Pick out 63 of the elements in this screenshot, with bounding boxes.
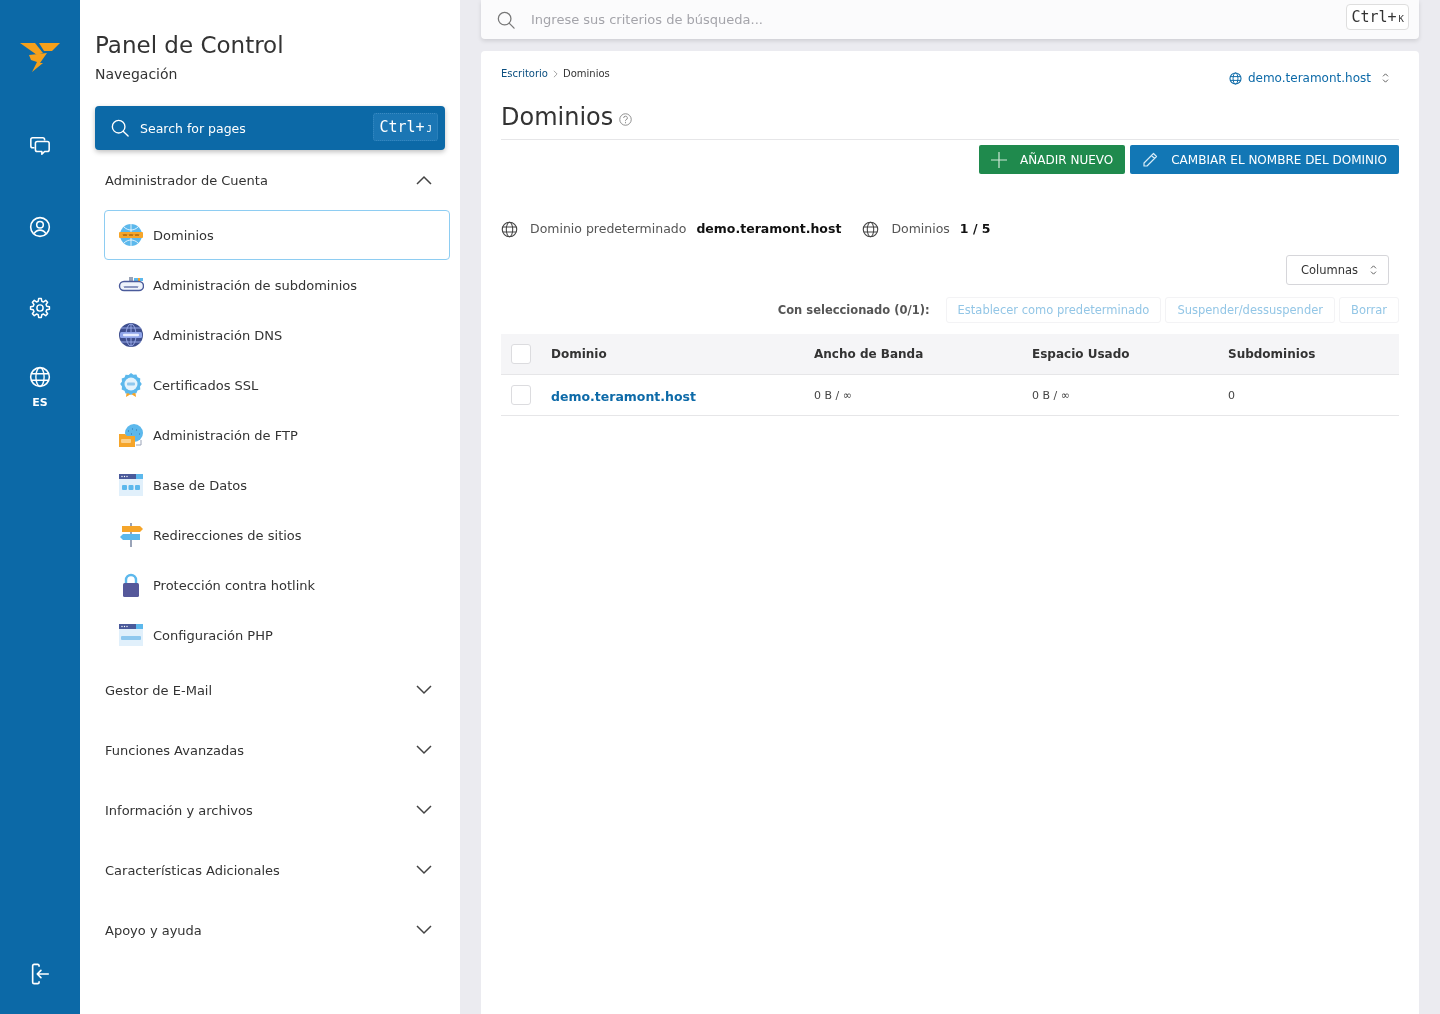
panel-title: Panel de Control	[95, 31, 285, 60]
columns-select[interactable]: Columnas	[1285, 255, 1389, 285]
window-icon	[118, 472, 144, 498]
settings-icon	[29, 297, 51, 319]
checkbox[interactable]	[511, 385, 531, 405]
accordion-header[interactable]: Características Adicionales	[95, 840, 445, 900]
globe-icon	[118, 222, 144, 248]
window-icon	[118, 622, 144, 648]
logo-icon	[20, 42, 60, 72]
plus-icon	[991, 151, 1008, 168]
rosette-icon	[118, 372, 144, 398]
column-header: Espacio Usado	[1032, 347, 1130, 361]
globe-icon	[118, 322, 144, 348]
signpost-icon	[118, 522, 144, 548]
add-new-button[interactable]: AÑADIR NUEVO	[979, 145, 1126, 174]
pencil-icon	[1142, 151, 1159, 168]
column-header: Subdominios	[1228, 347, 1316, 361]
column-header: Dominio	[551, 347, 607, 361]
shortcut-key: Ctrl+K	[1346, 4, 1409, 30]
table-cell: 0 B / ∞	[1032, 388, 1070, 402]
nav-item[interactable]: Dominios	[104, 210, 450, 260]
chevron-icon	[416, 865, 432, 875]
accordion-header[interactable]: Administrador de Cuenta	[95, 150, 445, 210]
search-icon	[497, 11, 515, 29]
bulk-actions-label: Con seleccionado (0/1):	[777, 303, 930, 317]
table-cell: 0	[1228, 388, 1235, 402]
globe-icon	[29, 366, 51, 388]
globe-icon	[862, 220, 880, 238]
stat-label: Dominio predeterminado	[530, 220, 687, 238]
user-icon	[29, 216, 51, 238]
accordion-header[interactable]: Gestor de E-Mail	[95, 660, 445, 720]
globe-icon	[1228, 71, 1242, 85]
search-icon	[111, 119, 129, 137]
navigation-subtitle: Navegación	[95, 65, 179, 84]
table-cell: 0 B / ∞	[814, 388, 852, 402]
globe-icon	[501, 220, 518, 238]
chevron-icon	[416, 925, 432, 935]
chat-icon	[28, 135, 52, 157]
rename-domain-button[interactable]: CAMBIAR EL NOMBRE DEL DOMINIO	[1130, 145, 1399, 174]
up-down-chevron-icon	[1382, 73, 1389, 83]
page-title: Dominios	[501, 102, 614, 132]
accordion-header[interactable]: Apoyo y ayuda	[95, 900, 445, 960]
column-header: Ancho de Banda	[814, 347, 924, 361]
shortcut-key: Ctrl+J	[373, 113, 438, 141]
stat-label: Dominios	[891, 220, 950, 238]
up-down-chevron-icon	[1370, 265, 1377, 275]
domain-switcher[interactable]: demo.teramont.host	[1228, 68, 1399, 88]
chevron-icon	[416, 685, 432, 695]
logout-icon	[29, 962, 51, 986]
language-button[interactable]: ES	[20, 360, 60, 414]
accordion-header[interactable]: Funciones Avanzadas	[95, 720, 445, 780]
chevron-icon	[416, 175, 432, 185]
domain-link[interactable]: demo.teramont.host	[551, 388, 696, 404]
folder-cloud-icon	[118, 422, 144, 448]
stat-value: 1 / 5	[959, 220, 991, 238]
accordion-header[interactable]: Información y archivos	[95, 780, 445, 840]
chevron-icon	[416, 805, 432, 815]
breadcrumb-current: Dominios	[562, 67, 610, 81]
breadcrumb-link[interactable]: Escritorio	[501, 67, 548, 81]
stat-value: demo.teramont.host	[696, 220, 842, 238]
chevron-right-icon	[552, 70, 558, 78]
chevron-icon	[416, 745, 432, 755]
checkbox[interactable]	[511, 344, 531, 364]
